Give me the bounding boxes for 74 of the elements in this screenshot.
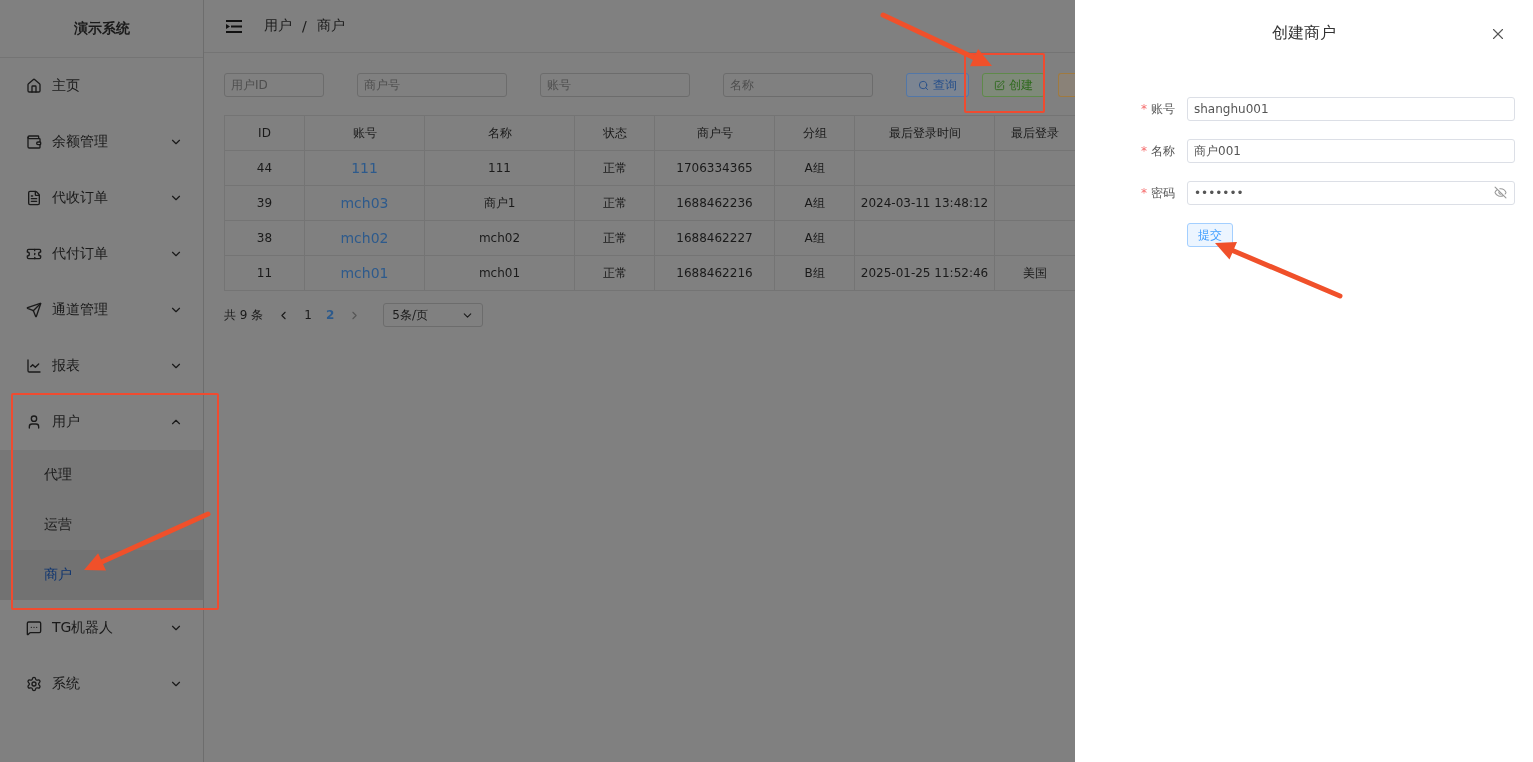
table-cell: mch02 (478, 231, 521, 245)
column-header: 账号 (304, 115, 425, 151)
text-field[interactable]: 商户001 (1187, 139, 1515, 163)
chat-icon (26, 620, 42, 636)
menu-item[interactable]: 用户 (0, 394, 203, 450)
page-number[interactable]: 1 (304, 308, 312, 322)
menu-item[interactable]: 代付订单 (0, 226, 203, 282)
total-count: 共 9 条 (224, 306, 264, 324)
home-icon (26, 78, 42, 94)
settings-icon (26, 676, 42, 692)
table-cell: 商户1 (483, 195, 516, 210)
submenu-item[interactable]: 商户 (0, 550, 203, 600)
search-icon (918, 79, 929, 91)
menu-item[interactable]: 余额管理 (0, 114, 203, 170)
table-cell: 38 (256, 231, 273, 245)
table-cell: 1688462216 (676, 266, 753, 280)
column-header: ID (224, 115, 305, 151)
text-field[interactable]: shanghu001 (1187, 97, 1515, 121)
breadcrumb-item[interactable]: 用户 (264, 17, 292, 35)
submit-button[interactable]: 提交 (1187, 223, 1233, 247)
required-mark: * (1141, 143, 1147, 158)
chart-icon (26, 358, 42, 374)
menu-item[interactable]: 通道管理 (0, 282, 203, 338)
search-button[interactable]: 查询 (906, 73, 969, 97)
table-cell: 正常 (602, 230, 627, 245)
menu-item[interactable]: TG机器人 (0, 600, 203, 656)
table-cell: 正常 (602, 265, 627, 280)
column-header: 最后登录时间 (854, 115, 995, 151)
field-label: * 名称 (1140, 142, 1175, 160)
password-field[interactable]: ••••••• (1187, 181, 1515, 205)
required-mark: * (1141, 101, 1147, 116)
table-cell: 111 (488, 161, 511, 175)
field-label: * 密码 (1140, 184, 1175, 202)
table-cell: A组 (804, 230, 825, 245)
wallet-icon (26, 134, 42, 150)
table-cell: 正常 (602, 160, 627, 175)
table-cell: 正常 (602, 195, 627, 210)
column-header: 状态 (574, 115, 655, 151)
table-cell: 39 (256, 196, 273, 210)
table-cell: A组 (804, 160, 825, 175)
column-header: 分组 (774, 115, 855, 151)
menu-item[interactable]: 系统 (0, 656, 203, 712)
user-icon (26, 414, 42, 430)
document-icon (26, 190, 42, 206)
column-header: 商户号 (654, 115, 775, 151)
table-cell: 1706334365 (676, 161, 753, 175)
table-cell: 美国 (1023, 265, 1047, 280)
menu-item[interactable]: 报表 (0, 338, 203, 394)
table-cell: B组 (804, 265, 825, 280)
table-cell: 44 (256, 161, 273, 175)
paper-plane-icon (26, 302, 42, 318)
column-header: 名称 (424, 115, 575, 151)
table-cell: 2024-03-11 13:48:12 (860, 196, 989, 210)
table-cell: 2025-01-25 11:52:46 (860, 266, 989, 280)
table-cell: A组 (804, 195, 825, 210)
breadcrumb-item[interactable]: 商户 (316, 17, 345, 35)
field-label: * 账号 (1140, 100, 1175, 118)
table-cell: 1688462236 (676, 196, 753, 210)
menu-item[interactable]: 代收订单 (0, 170, 203, 226)
submenu-item[interactable]: 运营 (0, 500, 203, 550)
submenu-item[interactable]: 代理 (0, 450, 203, 500)
required-mark: * (1141, 185, 1147, 200)
edit-icon (994, 79, 1005, 91)
ticket-icon (26, 246, 42, 262)
breadcrumb-separator: / (302, 18, 307, 34)
drawer-title: 创建商户 (1272, 22, 1336, 44)
table-cell: 11 (256, 266, 273, 280)
menu-icon[interactable] (226, 19, 242, 33)
table-cell: mch01 (478, 266, 521, 280)
page-size-select[interactable]: 5条/页 (383, 303, 484, 327)
app-title: 演示系统 (0, 0, 203, 58)
eye-off-icon[interactable] (1494, 186, 1507, 199)
menu-item[interactable]: 主页 (0, 58, 203, 114)
table-cell: 1688462227 (676, 231, 753, 245)
